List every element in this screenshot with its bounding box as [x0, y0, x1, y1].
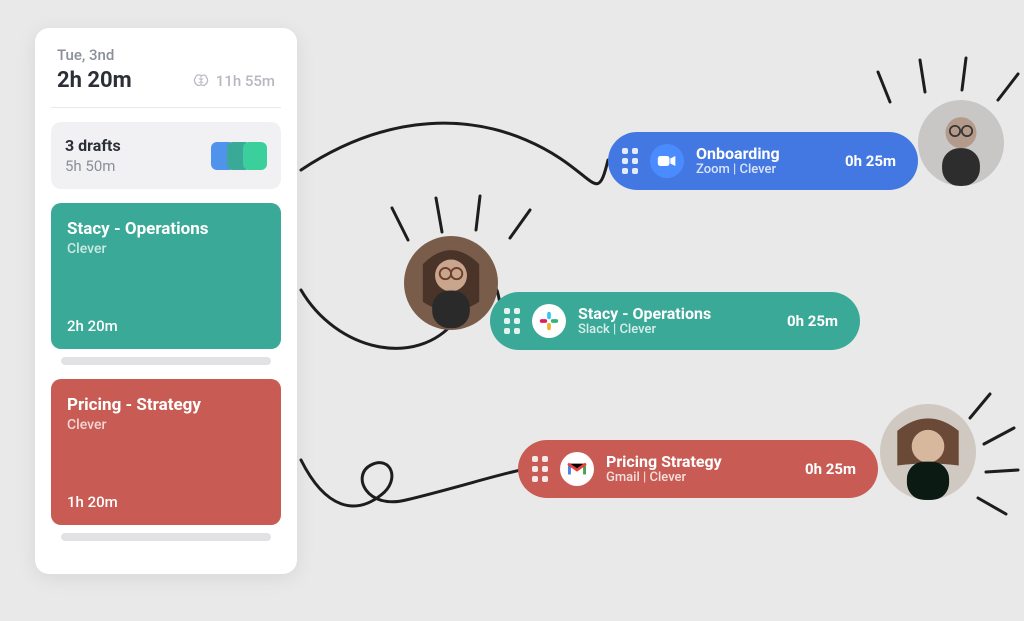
gmail-icon — [560, 452, 594, 486]
connector-line — [296, 100, 616, 220]
block-scrollbar[interactable] — [61, 533, 271, 541]
card-header: Tue, 3nd 2h 20m 11h 55m — [51, 46, 281, 108]
avatar — [918, 100, 1004, 186]
slack-icon — [532, 304, 566, 338]
block-time: 1h 20m — [67, 493, 265, 511]
pill-subtitle: Slack | Clever — [578, 322, 775, 337]
grip-icon[interactable] — [622, 148, 638, 174]
day-summary-card: Tue, 3nd 2h 20m 11h 55m 3 drafts 5h 50m — [35, 28, 297, 574]
pill-subtitle: Gmail | Clever — [606, 470, 793, 485]
activity-pill-onboarding[interactable]: Onboarding Zoom | Clever 0h 25m — [608, 132, 918, 190]
drafts-chips — [211, 142, 267, 170]
pill-time: 0h 25m — [805, 460, 856, 478]
drafts-summary[interactable]: 3 drafts 5h 50m — [51, 122, 281, 189]
time-block-operations[interactable]: Stacy - Operations Clever 2h 20m — [51, 203, 281, 349]
activity-pill-pricing[interactable]: Pricing Strategy Gmail | Clever 0h 25m — [518, 440, 878, 498]
avatar — [404, 236, 498, 330]
avatar — [880, 404, 976, 500]
drafts-subtitle: 5h 50m — [65, 157, 121, 175]
meta-time: 11h 55m — [192, 72, 275, 90]
draft-chip — [243, 142, 267, 170]
drafts-title: 3 drafts — [65, 136, 121, 155]
pill-title: Pricing Strategy — [606, 453, 793, 471]
time-block-pricing[interactable]: Pricing - Strategy Clever 1h 20m — [51, 379, 281, 525]
primary-time: 2h 20m — [57, 68, 132, 93]
block-scrollbar[interactable] — [61, 357, 271, 365]
brain-icon — [192, 72, 210, 90]
block-time: 2h 20m — [67, 317, 265, 335]
drafts-text: 3 drafts 5h 50m — [65, 136, 121, 175]
block-subtitle: Clever — [67, 417, 265, 433]
activity-pill-operations[interactable]: Stacy - Operations Slack | Clever 0h 25m — [490, 292, 860, 350]
zoom-icon — [650, 144, 684, 178]
pill-time: 0h 25m — [845, 152, 896, 170]
meta-time-value: 11h 55m — [216, 72, 275, 90]
pill-subtitle: Zoom | Clever — [696, 162, 833, 177]
pill-title: Onboarding — [696, 145, 833, 163]
block-title: Stacy - Operations — [67, 219, 265, 239]
block-title: Pricing - Strategy — [67, 395, 265, 415]
date-label: Tue, 3nd — [57, 46, 275, 64]
grip-icon[interactable] — [532, 456, 548, 482]
pill-time: 0h 25m — [787, 312, 838, 330]
pill-title: Stacy - Operations — [578, 305, 775, 323]
grip-icon[interactable] — [504, 308, 520, 334]
block-subtitle: Clever — [67, 241, 265, 257]
pill-text: Onboarding Zoom | Clever — [696, 145, 833, 178]
totals-row: 2h 20m 11h 55m — [57, 68, 275, 93]
connector-line — [296, 440, 526, 520]
pill-text: Pricing Strategy Gmail | Clever — [606, 453, 793, 486]
pill-text: Stacy - Operations Slack | Clever — [578, 305, 775, 338]
